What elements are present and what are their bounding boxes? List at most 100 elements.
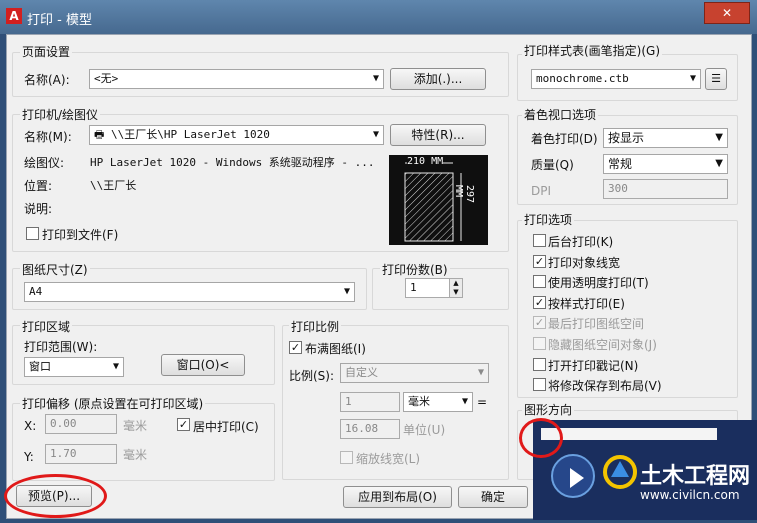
orientation-radio-strip xyxy=(541,428,717,440)
scale-lineweights-checkbox[interactable] xyxy=(340,451,353,464)
print-to-file-checkbox[interactable] xyxy=(26,227,39,240)
scale-lineweights-label: 缩放线宽(L) xyxy=(356,452,421,466)
location-label: 位置: xyxy=(24,179,53,193)
scale-drawing-input[interactable]: 16.08 xyxy=(340,419,400,439)
plot-range-combo[interactable]: 窗口 ▼ xyxy=(24,357,124,377)
chevron-down-icon: ▼ xyxy=(689,73,696,84)
plot-option-label: 隐藏图纸空间对象(J) xyxy=(548,338,657,352)
style-table-combo[interactable]: monochrome.ctb ▼ xyxy=(531,69,701,89)
fit-to-paper-checkbox[interactable]: ✓ xyxy=(289,341,302,354)
paper-preview: 210 MM 297 MM xyxy=(389,155,488,245)
window-pick-button[interactable]: 窗口(O)< xyxy=(161,354,245,376)
offset-y-input[interactable]: 1.70 xyxy=(45,444,117,464)
scale-unit-label: 单位(U) xyxy=(403,423,446,437)
page-setup-name-label: 名称(A): xyxy=(24,73,70,87)
scale-unit-value: 毫米 xyxy=(408,395,430,408)
page-setup-label: 页面设置 xyxy=(20,43,73,60)
center-plot-label: 居中打印(C) xyxy=(193,420,259,434)
chevron-down-icon: ▼ xyxy=(372,129,379,140)
plot-option-label: 按样式打印(E) xyxy=(548,297,625,311)
plot-option-checkbox[interactable] xyxy=(533,378,546,391)
plot-area-label: 打印区域 xyxy=(20,318,73,335)
highlight-ring-orientation xyxy=(519,418,563,458)
plot-option-checkbox[interactable] xyxy=(533,337,546,350)
highlight-ring-preview xyxy=(4,474,107,518)
description-label: 说明: xyxy=(24,202,53,216)
plot-option-checkbox[interactable] xyxy=(533,234,546,247)
plot-offset-label: 打印偏移 (原点设置在可打印区域) xyxy=(20,395,206,412)
paper-size-combo[interactable]: A4 ▼ xyxy=(24,282,355,302)
offset-x-unit: 毫米 xyxy=(123,419,148,433)
offset-x-input[interactable]: 0.00 xyxy=(45,414,117,434)
watermark-title: 土木工程网 xyxy=(640,464,751,489)
copies-input[interactable]: 1 xyxy=(405,278,451,298)
plot-option-label: 使用透明度打印(T) xyxy=(548,276,649,290)
close-button[interactable]: ✕ xyxy=(704,2,750,24)
page-setup-name-combo[interactable]: <无> ▼ xyxy=(89,69,384,89)
quality-combo[interactable]: 常规 ▼ xyxy=(603,154,728,174)
shaded-viewport-label: 着色视口选项 xyxy=(522,106,599,123)
plot-options-label: 打印选项 xyxy=(522,211,575,228)
offset-y-unit: 毫米 xyxy=(123,448,148,462)
print-to-file-label: 打印到文件(F) xyxy=(42,228,119,242)
scale-unit-combo[interactable]: 毫米 ▼ xyxy=(403,392,473,412)
location-value: \\王厂长 xyxy=(90,179,137,192)
scale-label: 比例(S): xyxy=(289,369,335,383)
scale-value: 自定义 xyxy=(345,366,378,379)
printer-label: 打印机/绘图仪 xyxy=(20,106,101,123)
chevron-down-icon: ▼ xyxy=(372,73,379,84)
plot-option-checkbox[interactable] xyxy=(533,358,546,371)
scale-paper-input[interactable]: 1 xyxy=(340,392,400,412)
orientation-label: 图形方向 xyxy=(522,401,575,418)
chevron-down-icon: ▼ xyxy=(112,361,119,372)
table-edit-icon: ☰ xyxy=(711,72,721,85)
copies-label: 打印份数(B) xyxy=(380,261,450,278)
printer-name-value: \\王厂长\HP LaserJet 1020 xyxy=(111,128,270,141)
printer-properties-button[interactable]: 特性(R)... xyxy=(390,124,486,146)
chevron-down-icon: ▼ xyxy=(477,367,484,378)
plot-option-label: 最后打印图纸空间 xyxy=(548,317,645,331)
ok-button[interactable]: 确定 xyxy=(458,486,528,508)
plot-option-checkbox[interactable] xyxy=(533,275,546,288)
paper-size-value: A4 xyxy=(29,285,43,298)
chevron-down-icon: ▼ xyxy=(343,286,350,297)
plot-option-label: 将修改保存到布局(V) xyxy=(548,379,662,393)
copies-spinner[interactable]: ▲ ▼ xyxy=(449,278,463,298)
dpi-label: DPI xyxy=(531,184,552,198)
shade-plot-label: 着色打印(D) xyxy=(531,132,598,146)
chevron-down-icon: ▼ xyxy=(461,396,468,407)
scale-equals: = xyxy=(477,395,488,409)
quality-label: 质量(Q) xyxy=(531,158,574,172)
quality-value: 常规 xyxy=(608,157,633,171)
offset-x-label: X: xyxy=(24,419,37,433)
plot-option-checkbox[interactable]: ✓ xyxy=(533,255,546,268)
add-page-setup-button[interactable]: 添加(.)... xyxy=(390,68,486,90)
paper-width-label: 210 MM xyxy=(407,156,444,167)
chevron-down-icon: ▼ xyxy=(715,132,723,143)
plot-option-label: 后台打印(K) xyxy=(548,235,614,249)
plot-option-checkbox[interactable]: ✓ xyxy=(533,296,546,309)
civilcn-logo-icon xyxy=(603,455,637,489)
fit-to-paper-label: 布满图纸(I) xyxy=(305,342,366,356)
shade-plot-combo[interactable]: 按显示 ▼ xyxy=(603,128,728,148)
plot-option-label: 打开打印戳记(N) xyxy=(548,359,639,373)
dpi-input[interactable]: 300 xyxy=(603,179,728,199)
offset-y-label: Y: xyxy=(24,450,34,464)
scale-combo[interactable]: 自定义 ▼ xyxy=(340,363,489,383)
plot-range-value: 窗口 xyxy=(29,360,51,373)
style-table-label: 打印样式表(画笔指定)(G) xyxy=(522,42,663,59)
autocad-logo-icon: A xyxy=(6,8,22,24)
shade-plot-value: 按显示 xyxy=(608,131,645,145)
plotter-value: HP LaserJet 1020 - Windows 系统驱动程序 - ... xyxy=(90,156,375,169)
plot-range-label: 打印范围(W): xyxy=(24,340,98,354)
plot-option-checkbox[interactable]: ✓ xyxy=(533,316,546,329)
printer-name-combo[interactable]: 🖶 \\王厂长\HP LaserJet 1020 ▼ xyxy=(89,125,384,145)
plot-option-label: 打印对象线宽 xyxy=(548,256,621,270)
printer-icon: 🖶 xyxy=(94,128,112,141)
printer-name-label: 名称(M): xyxy=(24,130,72,144)
video-play-icon xyxy=(551,454,595,498)
center-plot-checkbox[interactable]: ✓ xyxy=(177,418,190,431)
plotter-label: 绘图仪: xyxy=(24,156,65,170)
apply-to-layout-button[interactable]: 应用到布局(O) xyxy=(343,486,452,508)
edit-style-table-button[interactable]: ☰ xyxy=(705,68,727,90)
